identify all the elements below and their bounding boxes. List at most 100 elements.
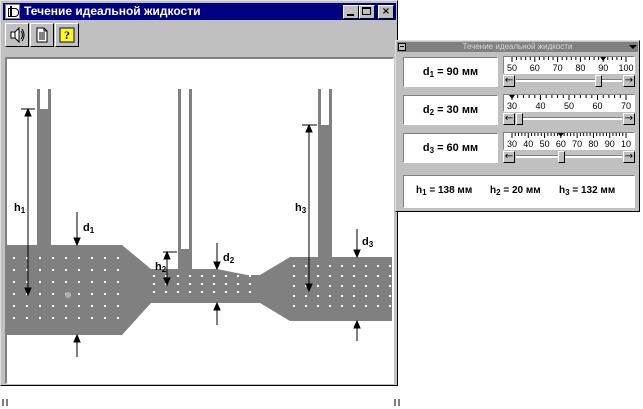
d3-slider[interactable]: 30 40 50 60 70 80 90 10 ← → (503, 132, 635, 164)
flow-particle (201, 275, 203, 277)
resize-grip-left[interactable] (2, 399, 8, 406)
flow-particle (177, 275, 179, 277)
d1-slider-thumb[interactable] (595, 75, 603, 87)
flow-particle (65, 305, 67, 307)
flow-particle (305, 295, 307, 297)
flow-particle (377, 275, 379, 277)
scale-pointer (557, 133, 564, 137)
d1-label: d1 (83, 222, 95, 235)
resize-grip-right[interactable] (394, 399, 400, 406)
app-icon[interactable] (5, 4, 20, 19)
sound-button[interactable] (5, 23, 29, 47)
flow-particle (13, 305, 15, 307)
scale-label: 10 (621, 139, 631, 149)
help-icon: ? (59, 27, 75, 43)
scale-label: 30 (507, 139, 517, 149)
d3-decrease-button[interactable]: ← (503, 151, 515, 163)
minimize-button[interactable] (343, 5, 359, 19)
flow-particle (329, 275, 331, 277)
flow-particle (104, 293, 106, 295)
flow-particle (305, 275, 307, 277)
d2-slider[interactable]: 30 40 50 60 70 ← → (503, 94, 635, 126)
flow-particle (305, 305, 307, 307)
flow-particle (249, 275, 251, 277)
scale-label: 60 (530, 63, 540, 73)
scale-label: 80 (588, 139, 598, 149)
close-button[interactable]: × (378, 5, 394, 19)
flow-particle (104, 305, 106, 307)
d3-increase-button[interactable]: → (623, 151, 635, 163)
flow-particle (317, 275, 319, 277)
flow-particle (353, 305, 355, 307)
d2-label: d2 (223, 252, 235, 265)
scale-label: 70 (553, 63, 563, 73)
flow-particle (104, 281, 106, 283)
d2-decrease-button[interactable]: ← (503, 113, 515, 125)
d1-increase-button[interactable]: → (623, 75, 635, 87)
flow-particle (39, 317, 41, 319)
window-title: Течение идеальной жидкости (24, 4, 201, 18)
d3-track[interactable] (516, 155, 622, 158)
flow-particle (353, 265, 355, 267)
pipe-body (7, 245, 392, 335)
h3-value: = 132 мм (572, 185, 616, 196)
flow-particle (225, 283, 227, 285)
maximize-button[interactable] (359, 5, 375, 19)
flow-particle (153, 291, 155, 293)
flow-particle (117, 257, 119, 259)
flow-particle (365, 295, 367, 297)
flow-particle (317, 295, 319, 297)
flow-particle (52, 269, 54, 271)
panel-title-bar[interactable]: Течение идеальной жидкости (397, 42, 638, 52)
flow-particle (329, 305, 331, 307)
scale-label: 50 (540, 139, 550, 149)
h1-readout: h1 = 138 мм (416, 185, 472, 197)
flow-particle (78, 281, 80, 283)
flow-diagram: h1 d1 h2 d2 h3 d3 (5, 57, 394, 384)
flow-particle (213, 275, 215, 277)
scale-label: 60 (556, 139, 566, 149)
flow-particle (91, 281, 93, 283)
d2-sub: 2 (429, 108, 435, 117)
svg-text:?: ? (64, 28, 70, 42)
d2-name: d (422, 104, 430, 116)
h2-label: h2 (155, 261, 167, 274)
d1-decrease-button[interactable]: ← (503, 75, 515, 87)
d2-track[interactable] (516, 117, 622, 120)
flow-particle (13, 293, 15, 295)
flow-particle (225, 275, 227, 277)
d3-label: d3 (362, 236, 374, 249)
flow-particle (78, 317, 80, 319)
d3-sub: 3 (429, 146, 435, 155)
scale-label: 60 (592, 101, 602, 111)
d1-track[interactable] (516, 79, 622, 82)
d1-slider[interactable]: 50 60 70 80 90 100 ← → (503, 56, 635, 88)
flow-particle (377, 305, 379, 307)
d3-scrollbar[interactable]: ← → (503, 151, 635, 163)
flow-particle (39, 281, 41, 283)
speaker-icon (10, 27, 25, 43)
d2-scrollbar[interactable]: ← → (503, 113, 635, 125)
flow-particle (249, 291, 251, 293)
standpipe-3-tube (321, 89, 329, 125)
d1-scale: 50 60 70 80 90 100 (503, 56, 635, 74)
flow-particle (237, 283, 239, 285)
flow-particle (117, 281, 119, 283)
flow-particle (237, 291, 239, 293)
flow-particle (39, 293, 41, 295)
standpipe-2-tube (181, 89, 189, 249)
d2-increase-button[interactable]: → (623, 113, 635, 125)
d1-name: d (422, 66, 430, 78)
help-button[interactable]: ? (55, 23, 79, 47)
panel-dropdown-icon[interactable] (629, 43, 637, 51)
flow-particle (26, 317, 28, 319)
title-bar[interactable]: Течение идеальной жидкости × (3, 3, 396, 20)
h2-sub: 2 (496, 188, 501, 197)
flow-particle (177, 291, 179, 293)
flow-particle (65, 257, 67, 259)
d3-slider-thumb[interactable] (558, 151, 566, 163)
flow-particle (365, 285, 367, 287)
d2-slider-thumb[interactable] (516, 113, 523, 125)
d1-scrollbar[interactable]: ← → (503, 75, 635, 87)
document-button[interactable] (30, 23, 54, 47)
